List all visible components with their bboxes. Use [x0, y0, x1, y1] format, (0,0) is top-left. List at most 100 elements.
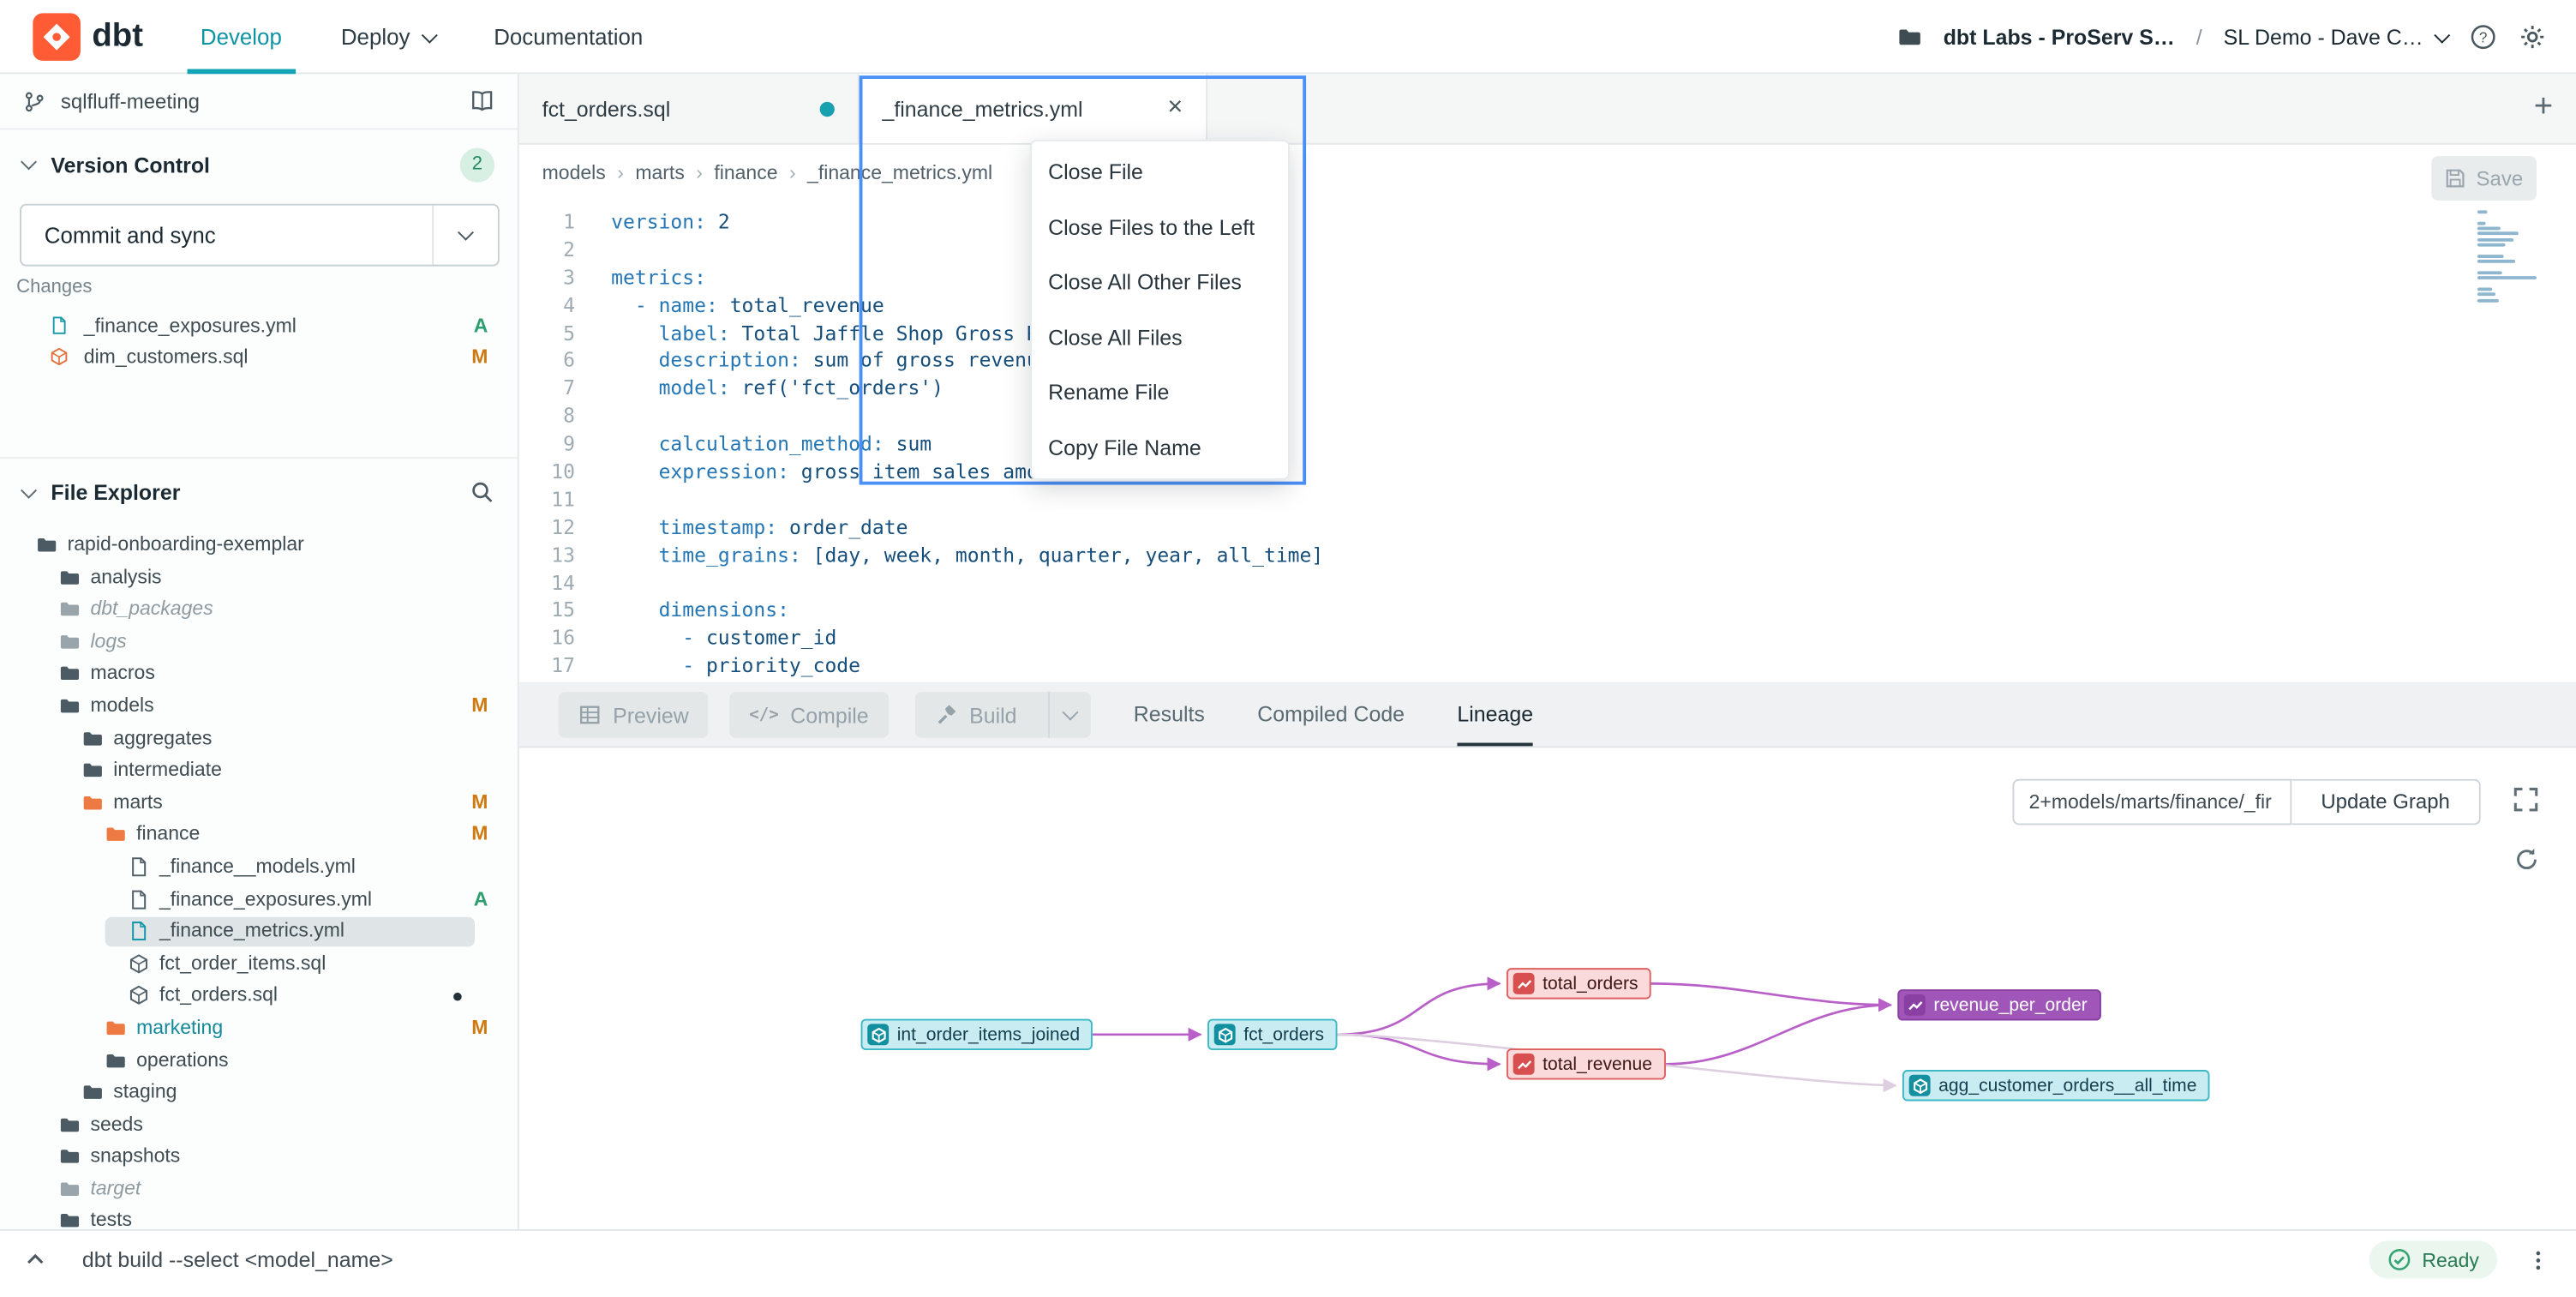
compile-code-icon: </>	[749, 706, 779, 724]
preview-button[interactable]: Preview	[559, 692, 709, 738]
account-name[interactable]: dbt Labs - ProServ S…	[1944, 25, 2175, 50]
git-status-badge: M	[471, 345, 488, 368]
menu-item-close-all-files[interactable]: Close All Files	[1032, 309, 1288, 364]
tree-item-operations[interactable]: operations	[0, 1044, 518, 1077]
tree-item-analysis[interactable]: analysis	[0, 561, 518, 594]
tree-item-finance-exposures-yml[interactable]: _finance_exposures.ymlA	[0, 883, 518, 916]
save-button-label: Save	[2477, 167, 2524, 190]
change-row-finance-exposures-yml[interactable]: _finance_exposures.ymlA	[0, 309, 518, 339]
search-icon[interactable]	[470, 480, 494, 505]
model-cube-icon	[1214, 1024, 1236, 1045]
commit-options-caret[interactable]	[432, 206, 498, 265]
git-branch-row[interactable]: sqlfluff-meeting	[0, 74, 518, 129]
breadcrumb-item-marts[interactable]: marts	[635, 161, 685, 184]
help-icon[interactable]: ?	[2469, 23, 2497, 51]
tree-item-label: tests	[90, 1205, 132, 1229]
build-main[interactable]: Build	[915, 703, 1037, 728]
tree-item-seeds[interactable]: seeds	[0, 1108, 518, 1141]
lineage-node-int-order-items-joined[interactable]: int_order_items_joined	[861, 1019, 1093, 1050]
editor-tab-finance-metrics-yml[interactable]: _finance_metrics.yml×	[860, 74, 1207, 143]
folder-icon	[105, 1017, 127, 1038]
code-line: label: Total Jaffle Shop Gross Revenue	[611, 320, 2471, 347]
line-number: 1	[519, 208, 595, 236]
change-file-name: dim_customers.sql	[84, 345, 249, 368]
build-button[interactable]: Build	[915, 692, 1091, 738]
line-number: 7	[519, 375, 595, 403]
chevron-down-icon	[21, 153, 37, 170]
docs-book-icon[interactable]	[470, 89, 494, 114]
folder-icon	[36, 534, 57, 555]
menu-item-close-file[interactable]: Close File	[1032, 145, 1288, 200]
tree-item-label: rapid-onboarding-exemplar	[68, 529, 304, 561]
update-graph-button[interactable]: Update Graph	[2291, 779, 2480, 826]
reset-view-icon[interactable]	[2513, 846, 2540, 873]
tree-item-target[interactable]: target	[0, 1174, 518, 1206]
dbt-logo[interactable]	[33, 13, 81, 61]
lineage-node-total-orders[interactable]: total_orders	[1507, 968, 1651, 999]
code-editor[interactable]: 1234567891011121314151617 version: 2metr…	[519, 201, 2576, 682]
tree-item-fct-order-items-sql[interactable]: fct_order_items.sql	[0, 948, 518, 981]
folder-icon	[105, 1049, 127, 1071]
build-options-caret[interactable]	[1048, 692, 1091, 738]
tree-item-macros[interactable]: macros	[0, 658, 518, 691]
tree-item-tests[interactable]: tests	[0, 1205, 518, 1229]
change-row-dim-customers-sql[interactable]: dim_customers.sql M	[0, 340, 518, 371]
editor-tab-fct-orders-sql[interactable]: fct_orders.sql	[519, 74, 860, 143]
tree-item-marts[interactable]: martsM	[0, 787, 518, 820]
results-tab-results[interactable]: Results	[1134, 682, 1205, 747]
tree-item-aggregates[interactable]: aggregates	[0, 723, 518, 755]
tree-item-staging[interactable]: staging	[0, 1077, 518, 1109]
save-button[interactable]: Save	[2431, 156, 2537, 201]
node-label: total_revenue	[1543, 1054, 1652, 1074]
folder-icon	[82, 792, 104, 814]
menu-item-close-all-other-files[interactable]: Close All Other Files	[1032, 255, 1288, 309]
lineage-node-revenue-per-order[interactable]: revenue_per_order	[1897, 989, 2100, 1020]
tree-item-rapid-onboarding-exemplar[interactable]: rapid-onboarding-exemplar	[0, 529, 518, 561]
results-tab-lineage[interactable]: Lineage	[1457, 682, 1533, 747]
tree-item-logs[interactable]: logs	[0, 626, 518, 658]
commit-and-sync-button[interactable]: Commit and sync	[20, 204, 500, 267]
breadcrumb-item-models[interactable]: models	[542, 161, 606, 184]
tree-item-dbt-packages[interactable]: dbt_packages	[0, 593, 518, 626]
node-label: revenue_per_order	[1933, 995, 2087, 1015]
nav-link-deploy[interactable]: Deploy	[341, 0, 434, 74]
breadcrumb-item-finance-metrics-yml[interactable]: _finance_metrics.yml	[807, 161, 992, 184]
tree-item-models[interactable]: modelsM	[0, 690, 518, 723]
tree-item-snapshots[interactable]: snapshots	[0, 1141, 518, 1174]
nav-link-documentation[interactable]: Documentation	[494, 0, 643, 74]
tree-item-finance-metrics-yml[interactable]: _finance_metrics.yml	[0, 916, 518, 948]
model-cube-icon	[129, 952, 150, 974]
close-icon[interactable]: ×	[1167, 93, 1183, 123]
lineage-filter-input[interactable]	[2012, 779, 2291, 826]
tree-item-intermediate[interactable]: intermediate	[0, 754, 518, 787]
menu-item-copy-file-name[interactable]: Copy File Name	[1032, 420, 1288, 475]
project-selector[interactable]: SL Demo - Dave C…	[2224, 25, 2448, 50]
tree-item-fct-orders-sql[interactable]: fct_orders.sql	[0, 980, 518, 1012]
menu-item-rename-file[interactable]: Rename File	[1032, 365, 1288, 420]
build-label: Build	[969, 703, 1016, 728]
cli-command-input[interactable]	[82, 1231, 1232, 1288]
menu-item-close-files-to-the-left[interactable]: Close Files to the Left	[1032, 200, 1288, 255]
compile-label: Compile	[790, 703, 868, 728]
settings-gear-icon[interactable]	[2519, 23, 2547, 51]
expand-panel-icon[interactable]	[23, 1247, 48, 1272]
compile-button[interactable]: </> Compile	[729, 692, 888, 738]
unsaved-dot	[453, 993, 462, 1001]
fullscreen-icon[interactable]	[2512, 785, 2540, 814]
lineage-node-fct-orders[interactable]: fct_orders	[1207, 1019, 1337, 1050]
nav-link-develop[interactable]: Develop	[201, 0, 282, 74]
lineage-node-total-revenue[interactable]: total_revenue	[1507, 1048, 1665, 1079]
tree-item-finance[interactable]: financeM	[0, 819, 518, 851]
brand-text: dbt	[92, 0, 143, 72]
tree-item-finance-models-yml[interactable]: _finance__models.yml	[0, 851, 518, 884]
tree-item-label: snapshots	[90, 1141, 180, 1174]
new-tab-icon[interactable]: +	[2534, 74, 2553, 141]
file-explorer-header[interactable]: File Explorer	[0, 457, 518, 526]
results-tab-compiled-code[interactable]: Compiled Code	[1257, 682, 1405, 747]
tree-item-label: intermediate	[113, 754, 222, 787]
version-control-header[interactable]: Version Control 2	[0, 129, 518, 199]
kebab-menu-icon[interactable]	[2526, 1247, 2549, 1274]
tree-item-marketing[interactable]: marketingM	[0, 1012, 518, 1045]
breadcrumb-item-finance[interactable]: finance	[714, 161, 777, 184]
lineage-node-agg-customer-orders-all-time[interactable]: agg_customer_orders__all_time	[1902, 1070, 2210, 1101]
